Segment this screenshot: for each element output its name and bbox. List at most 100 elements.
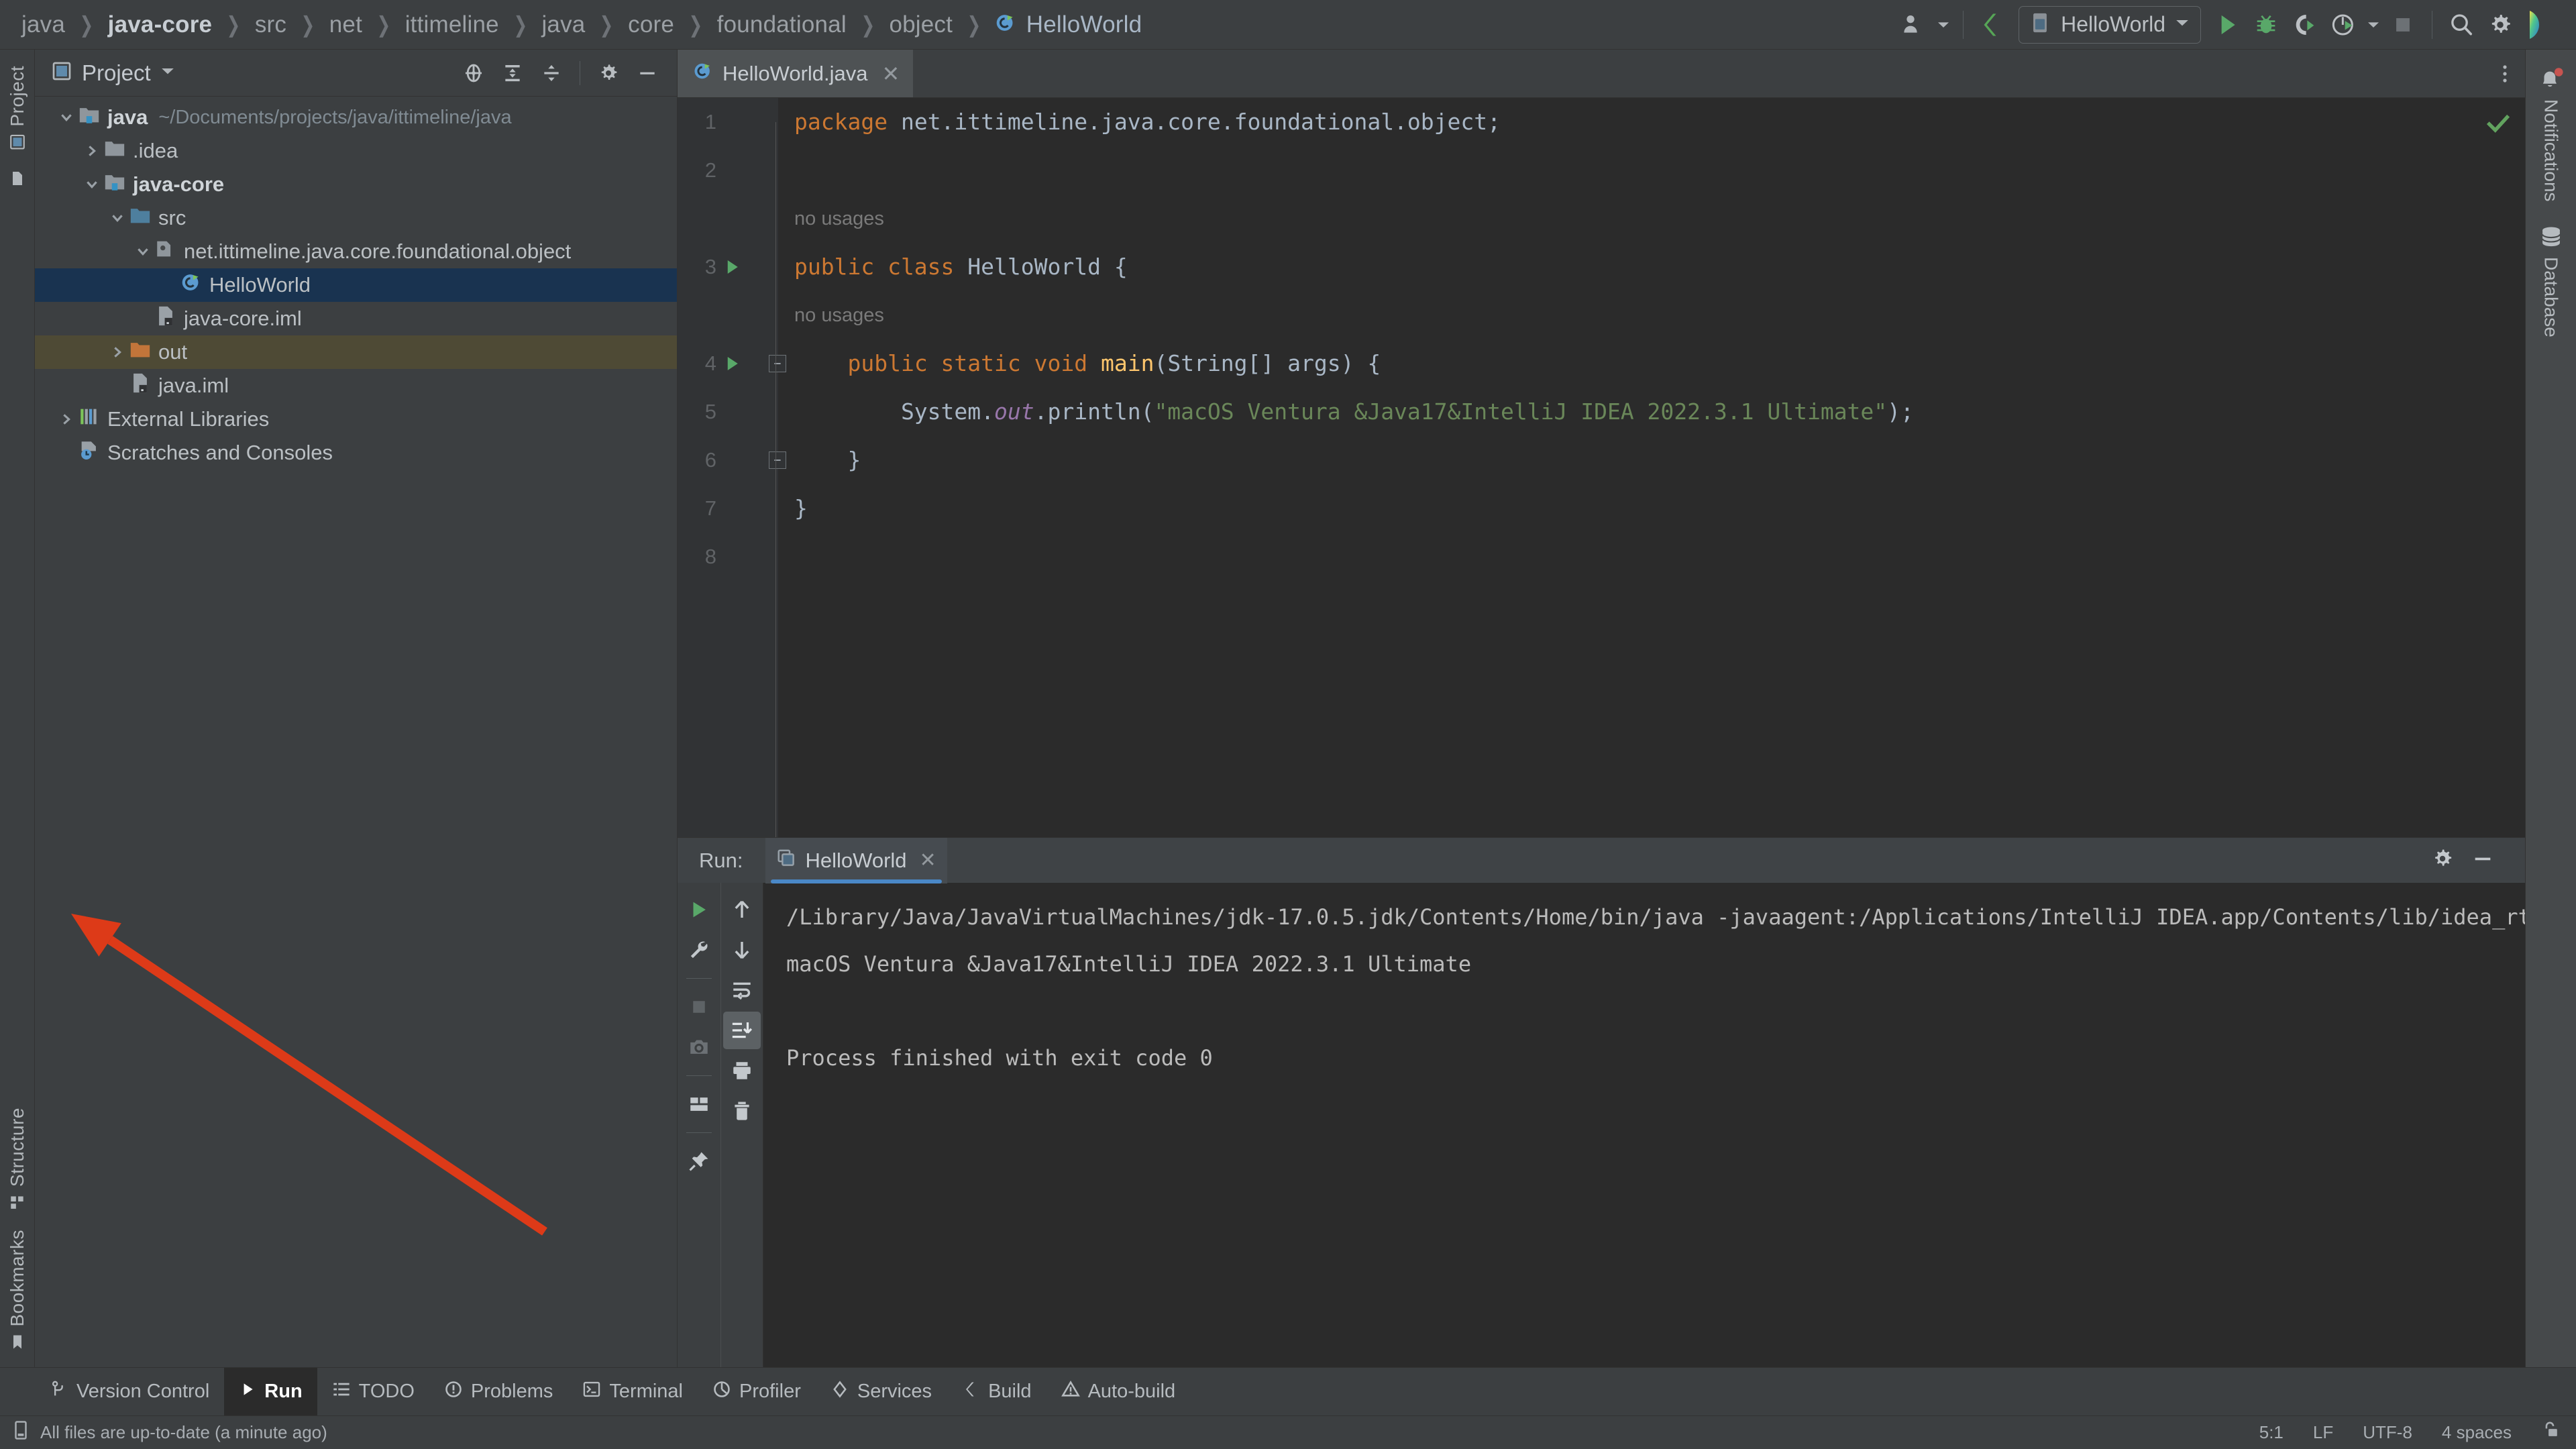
inspection-ok-check-icon[interactable] [2485,110,2512,140]
rerun-icon[interactable] [680,891,718,928]
breadcrumb-item-java[interactable]: java [540,11,586,38]
chevron-down-icon[interactable] [106,211,129,225]
tree-node-java[interactable]: java ~/Documents/projects/java/ittimeline… [35,101,677,134]
scroll-to-end-icon[interactable] [722,1012,761,1049]
wrench-settings-icon[interactable] [680,931,718,969]
run-with-coverage-icon[interactable] [2286,5,2324,44]
breadcrumb-item-java[interactable]: java [20,11,66,38]
tree-node-net-ittimeline-java-core-foundational-object[interactable]: net.ittimeline.java.core.foundational.ob… [35,235,677,268]
code-token: out [994,398,1034,425]
sidebar-item-bookmarks[interactable]: Bookmarks [7,1223,28,1358]
gear-icon[interactable] [2431,847,2454,873]
stop-icon[interactable] [2383,5,2422,44]
line-separator[interactable]: LF [2313,1422,2333,1443]
tree-node-scratches-and-consoles[interactable]: Scratches and Consoles [35,436,677,470]
breadcrumb-item-net[interactable]: net [328,11,364,38]
chevron-down-icon[interactable] [131,244,154,259]
search-icon[interactable] [2442,5,2481,44]
user-avatar-icon[interactable] [1894,5,1933,44]
run-tab-helloworld[interactable]: HelloWorld ✕ [765,837,947,883]
chevron-down-icon[interactable] [80,177,103,192]
tree-node-java-core[interactable]: java-core [35,168,677,201]
breadcrumb-item-foundational[interactable]: foundational [716,11,848,38]
minimize-icon[interactable] [2471,847,2494,873]
close-icon[interactable]: ✕ [882,61,900,87]
status-message-group[interactable]: All files are up-to-date (a minute ago) [12,1420,327,1445]
run-icon[interactable] [2208,5,2247,44]
file-encoding[interactable]: UTF-8 [2363,1422,2412,1443]
code-editor[interactable]: package net.ittimeline.java.core.foundat… [778,98,2469,837]
up-arrow-icon[interactable] [723,891,761,928]
run-configuration-selector[interactable]: HelloWorld [2019,5,2201,44]
unlocked-icon[interactable] [2541,1421,2559,1444]
sidebar-item-notifications[interactable]: Notifications [2538,67,2565,202]
vcs-update-icon[interactable] [1973,5,2012,44]
layout-icon[interactable] [680,1085,718,1123]
caret-position[interactable]: 5:1 [2259,1422,2284,1443]
tree-node--idea[interactable]: .idea [35,134,677,168]
tool-window-button-auto-build[interactable]: Auto-build [1046,1368,1191,1415]
breadcrumb-item-core[interactable]: core [627,11,676,38]
editor-gutter[interactable]: 1 2 3 4 5 6 7 8 [678,98,786,837]
tree-node-java-core-iml[interactable]: java-core.iml [35,302,677,335]
breadcrumb-item-java-core[interactable]: java-core [107,11,214,38]
tree-node-helloworld[interactable]: HelloWorld [35,268,677,302]
chevron-down-icon[interactable] [2363,5,2383,44]
run-gutter-icon[interactable] [716,257,747,277]
sidebar-item-project[interactable]: Project [7,59,28,158]
tree-node-src[interactable]: src [35,201,677,235]
intellij-logo-icon[interactable] [2520,5,2559,44]
chevron-down-icon[interactable] [1933,5,1953,44]
tree-node-external-libraries[interactable]: External Libraries [35,402,677,436]
stop-icon[interactable] [680,988,718,1026]
close-icon[interactable]: ✕ [920,849,936,872]
profiler-icon[interactable] [2324,5,2363,44]
tool-window-button-version-control[interactable]: Version Control [35,1368,224,1415]
tool-window-button-label: Terminal [609,1381,683,1402]
tool-window-button-run[interactable]: Run [224,1368,317,1415]
tool-window-button-terminal[interactable]: Terminal [568,1368,698,1415]
print-icon[interactable] [723,1052,761,1089]
sidebar-item-commit[interactable] [7,163,28,194]
tool-window-button-profiler[interactable]: Profiler [698,1368,816,1415]
chevron-down-icon[interactable] [55,110,78,125]
soft-wrap-icon[interactable] [723,971,761,1009]
breadcrumb-item-src[interactable]: src [254,11,288,38]
line-number: 6 [704,448,716,472]
tool-window-button-problems[interactable]: Problems [429,1368,568,1415]
expand-all-icon[interactable] [495,56,530,91]
run-gutter-icon[interactable] [716,354,747,374]
gear-icon[interactable] [2481,5,2520,44]
tool-window-button-services[interactable]: Services [816,1368,947,1415]
breadcrumb-item-object[interactable]: object [888,11,954,38]
tree-node-label: HelloWorld [209,273,311,297]
run-console-output[interactable]: /Library/Java/JavaVirtualMachines/jdk-17… [763,883,2525,1367]
tree-node-java-iml[interactable]: java.iml [35,369,677,402]
tool-window-button-todo[interactable]: TODO [317,1368,429,1415]
select-opened-file-icon[interactable] [456,56,491,91]
hide-icon[interactable] [630,56,665,91]
project-tree[interactable]: java ~/Documents/projects/java/ittimeline… [35,97,677,1367]
java-class-icon [994,11,1017,38]
gear-icon[interactable] [591,56,626,91]
pin-tab-icon[interactable] [680,1142,718,1180]
sidebar-item-structure[interactable]: Structure [7,1101,28,1218]
tool-window-button-build[interactable]: Build [947,1368,1046,1415]
sidebar-item-database[interactable]: Database [2538,225,2565,337]
chevron-right-icon[interactable] [80,144,103,158]
indent-setting[interactable]: 4 spaces [2442,1422,2512,1443]
breadcrumb-item-helloworld[interactable]: HelloWorld [994,11,1144,38]
chevron-down-icon[interactable] [160,64,175,82]
breadcrumb-item-ittimeline[interactable]: ittimeline [404,11,500,38]
debug-icon[interactable] [2247,5,2286,44]
chevron-right-icon[interactable] [106,345,129,360]
down-arrow-icon[interactable] [723,931,761,969]
collapse-all-icon[interactable] [534,56,569,91]
tree-node-out[interactable]: out [35,335,677,369]
clear-all-trash-icon[interactable] [723,1092,761,1130]
chevron-right-icon[interactable] [55,412,78,427]
application-icon [776,848,796,873]
editor-tab-helloworld[interactable]: HelloWorld.java ✕ [678,50,914,97]
more-options-icon[interactable] [2485,50,2525,97]
camera-dump-threads-icon[interactable] [680,1028,718,1066]
